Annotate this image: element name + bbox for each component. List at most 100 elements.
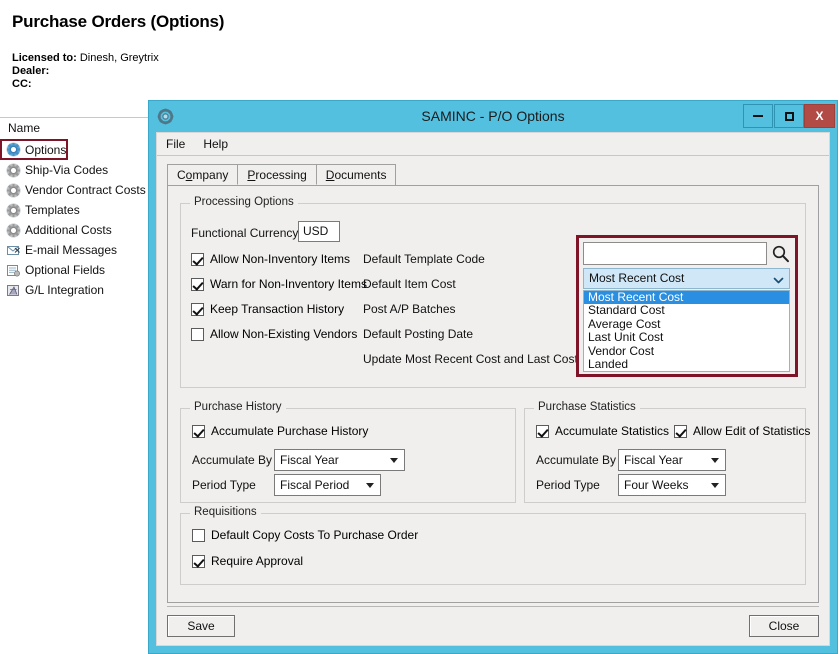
functional-currency-label: Functional Currency <box>191 226 298 240</box>
functional-currency-field[interactable]: USD <box>298 221 340 242</box>
checkbox-label: Allow Non-Existing Vendors <box>210 327 357 342</box>
checkbox-box[interactable] <box>191 303 204 316</box>
form-fields-icon <box>6 263 21 278</box>
option-standard-cost[interactable]: Standard Cost <box>584 304 789 317</box>
option-landed[interactable]: Landed <box>584 358 789 371</box>
license-info-block: Licensed to: Dinesh, Greytrix Dealer: CC… <box>12 52 159 91</box>
envelope-icon <box>6 243 21 258</box>
sidebar-item-vendor-contract-costs[interactable]: Vendor Contract Costs <box>0 180 148 200</box>
checkbox-label: Allow Edit of Statistics <box>693 424 810 439</box>
checkbox-box[interactable] <box>191 328 204 341</box>
menubar: File Help <box>157 133 829 156</box>
checkbox-label: Require Approval <box>211 554 303 569</box>
checkbox-label: Default Copy Costs To Purchase Order <box>211 528 418 543</box>
checkbox-label: Accumulate Purchase History <box>211 424 368 439</box>
checkbox-label: Accumulate Statistics <box>555 424 669 439</box>
menu-item-file[interactable]: File <box>157 133 194 155</box>
dialog-client-area: File Help Company Processing Documents P… <box>156 132 830 646</box>
label-default-item-cost: Default Item Cost <box>363 277 456 291</box>
minimize-button[interactable] <box>743 104 773 128</box>
group-legend: Requisitions <box>190 506 261 518</box>
checkbox-label: Keep Transaction History <box>210 302 344 317</box>
group-requisitions: Requisitions Default Copy Costs To Purch… <box>180 513 806 585</box>
accumulate-by-label: Accumulate By <box>192 453 272 467</box>
tab-documents[interactable]: Documents <box>316 164 397 185</box>
option-most-recent-cost[interactable]: Most Recent Cost <box>584 291 789 304</box>
licensed-to-label: Licensed to: <box>12 52 77 64</box>
accumulate-by-select-stats[interactable]: Fiscal Year <box>618 449 726 471</box>
selected-value-text: Most Recent Cost <box>589 271 684 285</box>
tabstrip: Company Processing Documents <box>167 164 819 186</box>
period-type-label: Period Type <box>536 478 600 492</box>
close-window-button[interactable]: X <box>804 104 835 128</box>
checkbox-box[interactable] <box>191 253 204 266</box>
checkbox-box[interactable] <box>536 425 549 438</box>
licensed-to-value: Dinesh, Greytrix <box>80 52 159 64</box>
group-legend: Processing Options <box>190 196 298 208</box>
sidebar-item-e-mail-messages[interactable]: E-mail Messages <box>0 240 148 260</box>
tree-list: Options Ship-Via Codes Vendor Contract C… <box>0 139 148 300</box>
sidebar-item-additional-costs[interactable]: Additional Costs <box>0 220 148 240</box>
dialog-titlebar[interactable]: SAMINC - P/O Options X <box>149 101 837 132</box>
default-item-cost-combo-highlight: Most Recent Cost Most Recent Cost Standa… <box>576 235 798 377</box>
search-field[interactable] <box>583 242 767 265</box>
gear-icon <box>6 163 21 178</box>
minimize-icon <box>753 115 763 117</box>
close-button[interactable]: Close <box>749 615 819 637</box>
gl-integration-icon <box>6 283 21 298</box>
period-type-select-history[interactable]: Fiscal Period <box>274 474 381 496</box>
group-legend: Purchase History <box>190 401 286 413</box>
navigation-tree-panel: Name Options Ship-Via Codes Vendor Contr… <box>0 117 148 654</box>
period-type-label: Period Type <box>192 478 256 492</box>
sidebar-item-g-l-integration[interactable]: G/L Integration <box>0 280 148 300</box>
checkbox-box[interactable] <box>674 425 687 438</box>
sidebar-item-label: Options <box>25 143 66 157</box>
tree-column-header-name: Name <box>8 121 40 135</box>
default-item-cost-select[interactable]: Most Recent Cost <box>583 268 790 289</box>
maximize-icon <box>785 112 794 121</box>
sidebar-item-label: Templates <box>25 203 80 217</box>
group-purchase-history: Purchase History Accumulate Purchase His… <box>180 408 516 503</box>
default-item-cost-option-list[interactable]: Most Recent Cost Standard Cost Average C… <box>583 290 790 372</box>
option-last-unit-cost[interactable]: Last Unit Cost <box>584 331 789 344</box>
checkbox-label: Warn for Non-Inventory Items <box>210 277 367 292</box>
cc-label: CC: <box>12 78 159 91</box>
sidebar-item-label: Optional Fields <box>25 263 105 277</box>
checkbox-box[interactable] <box>192 529 205 542</box>
maximize-button[interactable] <box>774 104 804 128</box>
dialog-title: SAMINC - P/O Options <box>149 101 837 132</box>
option-average-cost[interactable]: Average Cost <box>584 318 789 331</box>
sidebar-item-ship-via-codes[interactable]: Ship-Via Codes <box>0 160 148 180</box>
label-post-ap-batches: Post A/P Batches <box>363 302 456 316</box>
search-icon[interactable] <box>771 244 790 263</box>
sidebar-item-optional-fields[interactable]: Optional Fields <box>0 260 148 280</box>
sidebar-item-label: Vendor Contract Costs <box>25 183 146 197</box>
tab-company[interactable]: Company <box>167 164 238 185</box>
accumulate-by-select-history[interactable]: Fiscal Year <box>274 449 405 471</box>
tree-divider <box>0 117 148 118</box>
period-type-select-stats[interactable]: Four Weeks <box>618 474 726 496</box>
po-options-dialog: SAMINC - P/O Options X File Help Company… <box>148 100 838 654</box>
save-button[interactable]: Save <box>167 615 235 637</box>
gear-icon <box>6 142 21 157</box>
chevron-down-icon <box>773 273 784 284</box>
menu-item-help[interactable]: Help <box>194 133 237 155</box>
checkbox-box[interactable] <box>192 555 205 568</box>
gear-icon <box>6 183 21 198</box>
gear-icon <box>6 203 21 218</box>
sidebar-item-label: Ship-Via Codes <box>25 163 108 177</box>
checkbox-box[interactable] <box>192 425 205 438</box>
label-default-template-code: Default Template Code <box>363 252 485 266</box>
sidebar-item-options[interactable]: Options <box>0 139 68 160</box>
search-input[interactable] <box>584 243 766 264</box>
tab-processing[interactable]: Processing <box>237 164 316 185</box>
checkbox-box[interactable] <box>191 278 204 291</box>
group-purchase-statistics: Purchase Statistics Accumulate Statistic… <box>524 408 806 503</box>
footer-divider <box>167 606 819 607</box>
sidebar-item-label: Additional Costs <box>25 223 112 237</box>
group-legend: Purchase Statistics <box>534 401 640 413</box>
sidebar-item-templates[interactable]: Templates <box>0 200 148 220</box>
sidebar-item-label: G/L Integration <box>25 283 104 297</box>
option-vendor-cost[interactable]: Vendor Cost <box>584 345 789 358</box>
accumulate-by-label: Accumulate By <box>536 453 616 467</box>
